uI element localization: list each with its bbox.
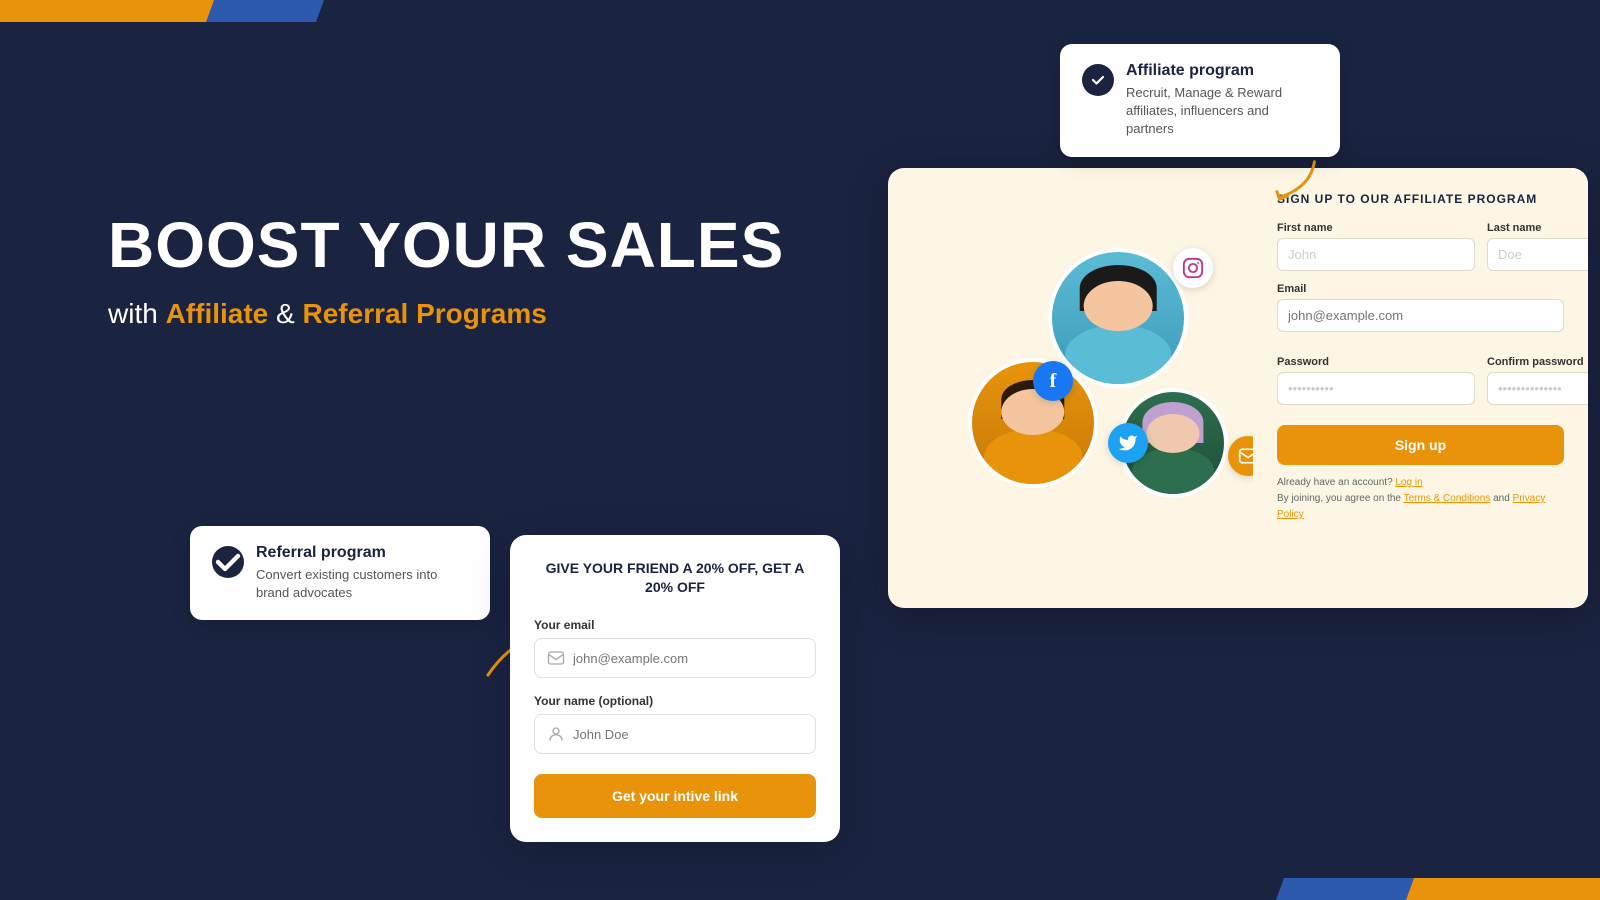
- avatar-man: [1048, 248, 1188, 388]
- referral-cta-button[interactable]: Get your intive link: [534, 774, 816, 818]
- referral-name-input[interactable]: [573, 727, 803, 742]
- email-input-icon: [547, 649, 565, 667]
- main-ui-panel: f SIGN UP TO OUR AFFILIATE PROGRAM First…: [888, 168, 1588, 608]
- avatar-body-2: [984, 429, 1082, 484]
- person-input-icon: [547, 725, 565, 743]
- last-name-group: Last name: [1487, 222, 1588, 271]
- referral-card-content: Referral program Convert existing custom…: [256, 544, 468, 602]
- referral-check-icon: [212, 546, 244, 578]
- login-link[interactable]: Log in: [1395, 477, 1422, 488]
- referral-checkmark-icon: [212, 546, 244, 578]
- affiliate-card-content: Affiliate program Recruit, Manage & Rewa…: [1126, 62, 1318, 139]
- signup-footer: Already have an account? Log in By joini…: [1277, 475, 1564, 523]
- password-row: Password Confirm password: [1277, 356, 1564, 405]
- confirm-password-group: Confirm password: [1487, 356, 1588, 405]
- affiliate-program-card: Affiliate program Recruit, Manage & Rewa…: [1060, 44, 1340, 157]
- terms-link[interactable]: Terms & Conditions: [1404, 493, 1491, 504]
- avatar-body: [1065, 325, 1171, 384]
- email-icon-badge: [1228, 436, 1253, 476]
- last-name-input[interactable]: [1487, 238, 1588, 271]
- referral-email-input[interactable]: [573, 651, 803, 666]
- referral-widget-title: GIVE YOUR FRIEND A 20% OFF, GET A 20% OF…: [534, 559, 816, 598]
- hero-subtitle: with Affiliate & Referral Programs: [108, 298, 784, 330]
- referral-program-card: Referral program Convert existing custom…: [190, 526, 490, 620]
- footer-agree-text: By joining, you agree on the: [1277, 493, 1401, 504]
- referral-card-description: Convert existing customers into brand ad…: [256, 566, 468, 602]
- checkmark-icon: [1090, 72, 1106, 88]
- email-label: Email: [1277, 283, 1564, 295]
- bg-stripe-orange-bottom: [1406, 878, 1600, 900]
- hero-section: BOOST YOUR SALES with Affiliate & Referr…: [108, 210, 784, 330]
- signup-form: SIGN UP TO OUR AFFILIATE PROGRAM First n…: [1253, 168, 1588, 608]
- footer-and: and: [1493, 493, 1512, 504]
- affiliate-card-title: Affiliate program: [1126, 62, 1318, 80]
- hero-title: BOOST YOUR SALES: [108, 210, 784, 280]
- facebook-icon-badge: f: [1033, 361, 1073, 401]
- bg-stripe-orange-top: [0, 0, 214, 22]
- email-input[interactable]: [1277, 299, 1564, 332]
- hero-subtitle-prefix: with: [108, 298, 166, 329]
- affiliate-check-icon: [1082, 64, 1114, 96]
- signup-button[interactable]: Sign up: [1277, 425, 1564, 465]
- referral-email-group: Your email: [534, 618, 816, 678]
- first-name-group: First name: [1277, 222, 1475, 271]
- already-account-text: Already have an account?: [1277, 477, 1393, 488]
- referral-name-group: Your name (optional): [534, 694, 816, 754]
- first-name-label: First name: [1277, 222, 1475, 234]
- referral-name-label: Your name (optional): [534, 694, 816, 708]
- avatar-face: [1084, 281, 1153, 331]
- referral-card-title: Referral program: [256, 544, 468, 562]
- email-group: Email: [1277, 283, 1564, 344]
- first-name-input[interactable]: [1277, 238, 1475, 271]
- affiliate-card-description: Recruit, Manage & Reward affiliates, inf…: [1126, 84, 1318, 139]
- confirm-password-label: Confirm password: [1487, 356, 1588, 368]
- referral-widget: GIVE YOUR FRIEND A 20% OFF, GET A 20% OF…: [510, 535, 840, 842]
- last-name-label: Last name: [1487, 222, 1588, 234]
- password-label: Password: [1277, 356, 1475, 368]
- confirm-password-input[interactable]: [1487, 372, 1588, 405]
- hero-affiliate-highlight: Affiliate: [166, 298, 269, 329]
- twitter-icon-badge: [1108, 423, 1148, 463]
- referral-name-wrapper: [534, 714, 816, 754]
- name-row: First name Last name: [1277, 222, 1564, 271]
- referral-email-wrapper: [534, 638, 816, 678]
- hero-referral-highlight: Referral Programs: [303, 298, 547, 329]
- avatars-area: f: [888, 168, 1253, 608]
- signup-form-title: SIGN UP TO OUR AFFILIATE PROGRAM: [1277, 192, 1564, 206]
- avatar-face-3: [1146, 414, 1199, 453]
- password-group: Password: [1277, 356, 1475, 405]
- password-input[interactable]: [1277, 372, 1475, 405]
- referral-email-label: Your email: [534, 618, 816, 632]
- hero-connector: &: [268, 298, 302, 329]
- avatar-body-3: [1132, 448, 1214, 494]
- instagram-icon-badge: [1173, 248, 1213, 288]
